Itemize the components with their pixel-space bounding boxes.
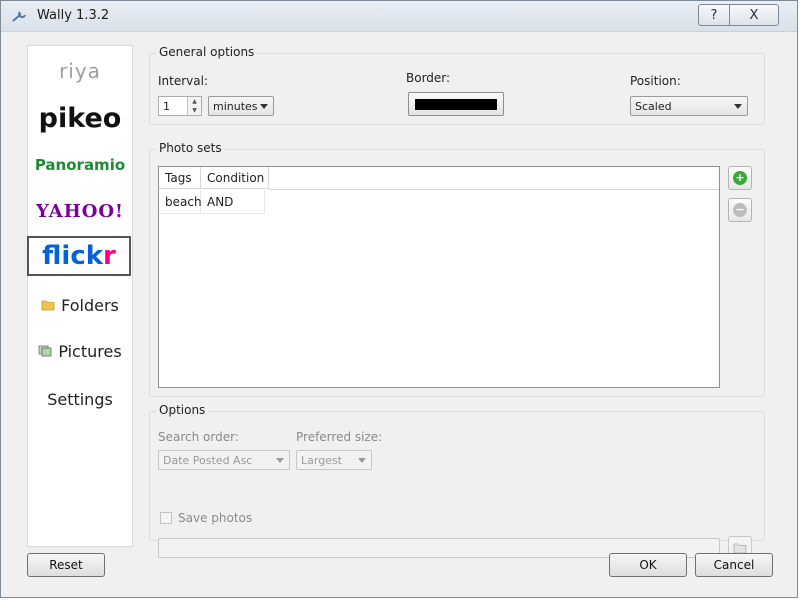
preferred-size-select[interactable]: Largest <box>296 450 372 470</box>
table-cell-tags[interactable]: beach <box>159 190 202 214</box>
interval-unit-value: minutes <box>213 100 258 113</box>
yahoo-logo: YAHOO! <box>36 200 124 222</box>
panoramio-logo: Panoramio <box>34 156 126 174</box>
wally-window: Wally 1.3.2 ? X riya pikeo Panoramio YAH… <box>0 0 798 598</box>
help-button[interactable]: ? <box>698 4 729 26</box>
border-label: Border: <box>406 71 451 85</box>
save-photos-label: Save photos <box>178 511 253 525</box>
pikeo-logo: pikeo <box>38 102 122 134</box>
photo-sets-table[interactable]: Tags Condition beach AND <box>158 166 720 388</box>
sidebar-item-label: Settings <box>47 389 113 409</box>
help-icon: ? <box>710 7 718 23</box>
sidebar-item-settings[interactable]: Settings <box>28 384 132 414</box>
search-order-label: Search order: <box>158 430 239 444</box>
spin-up-button[interactable]: ▲ <box>188 97 201 106</box>
flickr-logo-accent: r <box>103 241 116 271</box>
riya-logo: riya <box>59 59 101 83</box>
remove-icon: − <box>733 203 747 217</box>
chevron-down-icon <box>358 458 366 463</box>
close-button[interactable]: X <box>729 4 779 26</box>
ok-button[interactable]: OK <box>609 553 687 577</box>
window-title: Wally 1.3.2 <box>37 8 110 23</box>
add-photo-set-button[interactable]: + <box>728 166 752 190</box>
options-group: Options Search order: Date Posted Asc Pr… <box>149 403 765 560</box>
border-color-swatch <box>415 99 497 110</box>
sidebar-item-flickr[interactable]: flickr <box>27 236 131 276</box>
cancel-button[interactable]: Cancel <box>695 553 773 577</box>
close-icon: X <box>749 7 759 23</box>
title-buttons: ? X <box>698 4 779 26</box>
interval-unit-select[interactable]: minutes <box>208 96 274 116</box>
sidebar-item-pictures[interactable]: Pictures <box>28 336 132 366</box>
reset-button[interactable]: Reset <box>27 553 105 577</box>
sidebar-item-folders[interactable]: Folders <box>28 290 132 320</box>
flickr-logo-main: flick <box>42 241 104 271</box>
sidebar-item-panoramio[interactable]: Panoramio <box>28 150 132 180</box>
interval-spinbox[interactable]: 1 ▲ ▼ <box>158 96 202 116</box>
position-value: Scaled <box>635 100 672 113</box>
photo-sets-group: Photo sets Tags Condition beach AND + − <box>149 141 765 397</box>
source-sidebar: riya pikeo Panoramio YAHOO! flickr Folde… <box>27 45 133 547</box>
general-options-group: General options Interval: 1 ▲ ▼ minutes … <box>149 45 765 125</box>
sidebar-item-pikeo[interactable]: pikeo <box>28 98 132 138</box>
search-order-value: Date Posted Asc <box>163 454 253 467</box>
flickr-logo: flickr <box>42 241 116 271</box>
sidebar-item-yahoo[interactable]: YAHOO! <box>28 196 132 226</box>
interval-label: Interval: <box>158 74 208 88</box>
sidebar-item-riya[interactable]: riya <box>28 56 132 86</box>
title-bar: Wally 1.3.2 ? X <box>1 1 797 32</box>
preferred-size-label: Preferred size: <box>296 430 383 444</box>
position-label: Position: <box>630 74 681 88</box>
border-color-button[interactable] <box>408 92 504 116</box>
dialog-content: riya pikeo Panoramio YAHOO! flickr Folde… <box>11 35 789 589</box>
column-header-condition[interactable]: Condition <box>201 167 269 189</box>
interval-value: 1 <box>163 100 170 113</box>
sidebar-item-label: Folders <box>61 295 119 315</box>
sidebar-item-label: Pictures <box>58 341 122 361</box>
chevron-down-icon <box>260 104 268 109</box>
search-order-select[interactable]: Date Posted Asc <box>158 450 290 470</box>
add-icon: + <box>733 171 747 185</box>
wrench-app-icon <box>12 11 26 22</box>
folder-icon <box>41 300 55 311</box>
column-header-tags[interactable]: Tags <box>159 167 201 189</box>
remove-photo-set-button[interactable]: − <box>728 198 752 222</box>
spin-buttons: ▲ ▼ <box>187 97 201 115</box>
chevron-down-icon <box>276 458 284 463</box>
pictures-icon <box>38 345 52 357</box>
options-title: Options <box>156 403 209 417</box>
photo-sets-title: Photo sets <box>156 141 225 155</box>
spin-down-button[interactable]: ▼ <box>188 106 201 115</box>
chevron-down-icon <box>734 104 742 109</box>
preferred-size-value: Largest <box>301 454 342 467</box>
general-options-title: General options <box>156 45 258 59</box>
table-cell-condition[interactable]: AND <box>201 190 265 214</box>
save-photos-checkbox[interactable] <box>160 512 172 524</box>
header-filler <box>269 167 719 190</box>
position-select[interactable]: Scaled <box>630 96 748 116</box>
